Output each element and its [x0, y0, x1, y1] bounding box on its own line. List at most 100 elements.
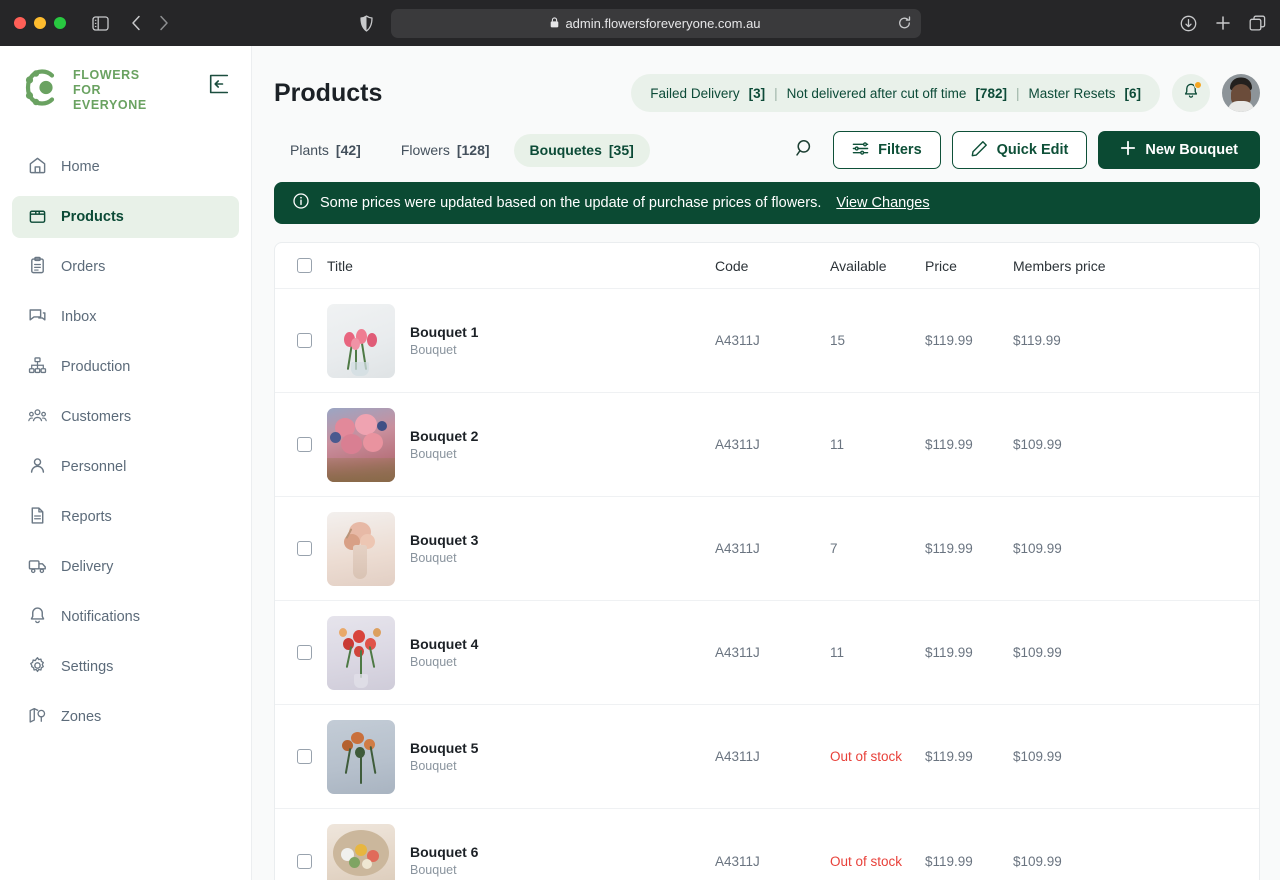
table-row[interactable]: Bouquet 3 Bouquet A4311J 7 $119.99 $109.…	[275, 497, 1259, 601]
product-members-price: $109.99	[1013, 437, 1173, 452]
browser-navigation[interactable]	[131, 15, 169, 31]
product-subtitle: Bouquet	[410, 758, 478, 775]
tab-label: Plants	[290, 142, 329, 158]
plus-icon[interactable]	[1215, 15, 1231, 31]
tab-overview-icon[interactable]	[1249, 15, 1266, 31]
table-row[interactable]: Bouquet 4 Bouquet A4311J 11 $119.99 $109…	[275, 601, 1259, 705]
row-select-cell[interactable]	[281, 437, 327, 452]
maximize-window-button[interactable]	[54, 17, 66, 29]
tab-flowers[interactable]: Flowers [128]	[385, 134, 506, 167]
sidebar-item-inbox[interactable]: Inbox	[12, 296, 239, 338]
browser-toolbar-right	[1180, 15, 1266, 32]
product-members-price: $109.99	[1013, 541, 1173, 556]
product-members-price: $119.99	[1013, 333, 1173, 348]
new-bouquet-button[interactable]: New Bouquet	[1098, 131, 1260, 169]
product-title-cell: Bouquet 2 Bouquet	[327, 408, 715, 482]
sidebar-item-notifications[interactable]: Notifications	[12, 596, 239, 638]
select-all-cell[interactable]	[281, 258, 327, 273]
sidebar-item-settings[interactable]: Settings	[12, 646, 239, 688]
search-button[interactable]	[788, 133, 822, 167]
avatar-shirt	[1228, 101, 1254, 112]
sidebar-item-label: Zones	[61, 709, 101, 725]
chat-icon	[28, 306, 47, 329]
brand-logo[interactable]: FLOWERS FOR EVERYONE	[22, 68, 147, 113]
url-text: admin.flowersforeveryone.com.au	[565, 16, 760, 31]
row-select-cell[interactable]	[281, 541, 327, 556]
sidebar-item-personnel[interactable]: Personnel	[12, 446, 239, 488]
product-thumbnail	[327, 304, 395, 378]
info-icon	[293, 193, 309, 213]
product-members-price: $109.99	[1013, 854, 1173, 869]
tab-plants[interactable]: Plants [42]	[274, 134, 377, 167]
forward-arrow-icon[interactable]	[159, 15, 169, 31]
row-checkbox[interactable]	[297, 333, 312, 348]
product-title-cell: Bouquet 3 Bouquet	[327, 512, 715, 586]
sidebar-item-delivery[interactable]: Delivery	[12, 546, 239, 588]
sidebar-item-zones[interactable]: Zones	[12, 696, 239, 738]
sidebar-item-label: Production	[61, 359, 130, 375]
table-row[interactable]: Bouquet 5 Bouquet A4311J Out of stock $1…	[275, 705, 1259, 809]
filters-label: Filters	[878, 142, 922, 158]
row-checkbox[interactable]	[297, 541, 312, 556]
view-changes-link[interactable]: View Changes	[836, 195, 929, 211]
row-select-cell[interactable]	[281, 854, 327, 869]
browser-chrome: admin.flowersforeveryone.com.au	[0, 0, 1280, 46]
avatar[interactable]	[1222, 74, 1260, 112]
new-bouquet-label: New Bouquet	[1145, 142, 1238, 158]
row-checkbox[interactable]	[297, 437, 312, 452]
product-available: 11	[830, 437, 925, 452]
gear-icon	[28, 656, 47, 679]
reload-icon[interactable]	[898, 16, 911, 30]
sidebar-toggle-icon[interactable]	[92, 16, 109, 31]
row-checkbox[interactable]	[297, 645, 312, 660]
close-window-button[interactable]	[14, 17, 26, 29]
table-row[interactable]: Bouquet 6 Bouquet A4311J Out of stock $1…	[275, 809, 1259, 880]
product-thumbnail	[327, 720, 395, 794]
main-content: Products Failed Delivery [3] | Not deliv…	[252, 46, 1280, 880]
product-available: 11	[830, 645, 925, 660]
quick-edit-button[interactable]: Quick Edit	[952, 131, 1088, 169]
filters-button[interactable]: Filters	[833, 131, 941, 169]
product-price: $119.99	[925, 645, 1013, 660]
product-title-cell: Bouquet 6 Bouquet	[327, 824, 715, 880]
sidebar-item-production[interactable]: Production	[12, 346, 239, 388]
notifications-button[interactable]	[1172, 74, 1210, 112]
status-badge[interactable]: Failed Delivery [3] | Not delivered afte…	[631, 74, 1160, 112]
download-icon[interactable]	[1180, 15, 1197, 32]
row-select-cell[interactable]	[281, 749, 327, 764]
shield-icon[interactable]	[360, 15, 373, 32]
row-checkbox[interactable]	[297, 749, 312, 764]
sidebar-item-label: Products	[61, 209, 124, 225]
back-arrow-icon[interactable]	[131, 15, 141, 31]
table-row[interactable]: Bouquet 2 Bouquet A4311J 11 $119.99 $109…	[275, 393, 1259, 497]
product-available: Out of stock	[830, 854, 925, 869]
sidebar-item-orders[interactable]: Orders	[12, 246, 239, 288]
sidebar-item-customers[interactable]: Customers	[12, 396, 239, 438]
row-checkbox[interactable]	[297, 854, 312, 869]
product-name: Bouquet 3	[410, 531, 478, 550]
sidebar-item-products[interactable]: Products	[12, 196, 239, 238]
tab-count: [35]	[609, 142, 634, 158]
product-price: $119.99	[925, 749, 1013, 764]
product-code: A4311J	[715, 333, 830, 348]
brand-text: FLOWERS FOR EVERYONE	[73, 68, 147, 112]
sidebar-item-label: Personnel	[61, 459, 126, 475]
sidebar-item-home[interactable]: Home	[12, 146, 239, 188]
address-bar[interactable]: admin.flowersforeveryone.com.au	[391, 9, 921, 38]
sidebar-item-reports[interactable]: Reports	[12, 496, 239, 538]
window-controls[interactable]	[14, 17, 66, 29]
collapse-sidebar-icon[interactable]	[209, 74, 229, 99]
product-name-block: Bouquet 5 Bouquet	[410, 739, 478, 775]
tab-bouquetes[interactable]: Bouquetes [35]	[514, 134, 650, 167]
tab-row: Plants [42] Flowers [128] Bouquetes [35]	[274, 124, 1260, 176]
select-all-checkbox[interactable]	[297, 258, 312, 273]
column-header-price: Price	[925, 258, 1013, 274]
not-delivered-label: Not delivered after cut off time	[787, 86, 967, 101]
row-select-cell[interactable]	[281, 333, 327, 348]
table-row[interactable]: Bouquet 1 Bouquet A4311J 15 $119.99 $119…	[275, 289, 1259, 393]
product-tabs: Plants [42] Flowers [128] Bouquetes [35]	[274, 134, 650, 167]
minimize-window-button[interactable]	[34, 17, 46, 29]
row-select-cell[interactable]	[281, 645, 327, 660]
not-delivered-count: [782]	[975, 86, 1007, 101]
tab-label: Flowers	[401, 142, 450, 158]
